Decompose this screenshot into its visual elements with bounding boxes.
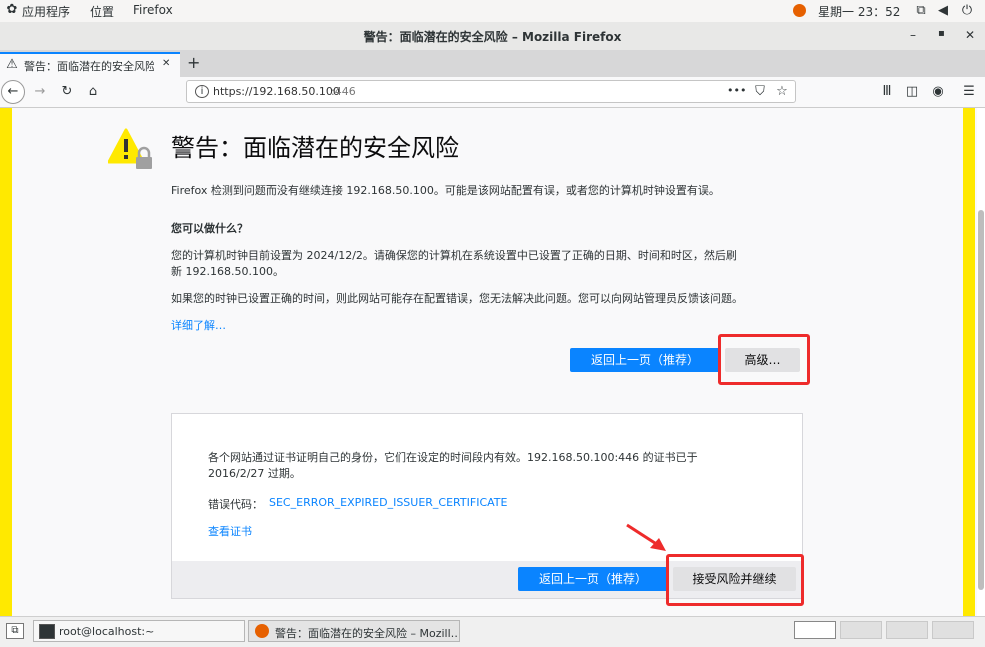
minimize-button[interactable]: –: [910, 28, 916, 42]
firefox-icon: [255, 624, 269, 638]
task-terminal-label: root@localhost:~: [59, 625, 155, 638]
task-firefox-label: 警告：面临潜在的安全风险 – Mozill…: [275, 627, 457, 640]
reload-icon[interactable]: ↻: [60, 85, 74, 98]
error-page: 警告：面临潜在的安全风险 Firefox 检测到问题而没有继续连接 192.16…: [0, 108, 977, 616]
annotation-box-accept: [666, 554, 804, 606]
close-window-button[interactable]: ✕: [965, 28, 975, 42]
network-icon[interactable]: ⧉: [914, 4, 928, 17]
apps-menu-icon[interactable]: ✿: [5, 3, 19, 16]
left-warning-stripe: [0, 108, 12, 616]
applications-menu[interactable]: 应用程序: [22, 3, 70, 20]
warning-icon: [108, 128, 152, 169]
task-terminal[interactable]: root@localhost:~: [33, 620, 245, 642]
page-actions-button[interactable]: •••: [727, 84, 746, 97]
url-host: https://192.168.50.100: [213, 85, 340, 98]
url-bar[interactable]: i https://192.168.50.100 :446 ••• ⛉ ☆: [186, 80, 796, 103]
volume-icon[interactable]: ◀: [936, 4, 950, 17]
firefox-icon: [793, 4, 806, 17]
window-title: 警告：面临潜在的安全风险 – Mozilla Firefox: [363, 30, 622, 44]
tab-security-warning[interactable]: ⚠ 警告：面临潜在的安全风险 ✕: [0, 52, 180, 77]
clock[interactable]: 星期一 23：52: [818, 3, 900, 20]
page-title: 警告：面临潜在的安全风险: [171, 134, 459, 162]
scrollbar-thumb[interactable]: [978, 210, 984, 590]
info-icon[interactable]: i: [195, 85, 209, 98]
gnome-top-bar: ✿ 应用程序 位置 Firefox 星期一 23：52 ⧉ ◀ ⏻: [0, 0, 985, 23]
workspace-3[interactable]: [886, 621, 928, 639]
advanced-go-back-button[interactable]: 返回上一页（推荐）: [518, 567, 668, 591]
advanced-description-line1: 各个网站通过证书证明自己的身份，它们在设定的时间段内有效。192.168.50.…: [208, 451, 698, 464]
error-code-label: 错误代码：: [208, 498, 263, 511]
sidebar-icon[interactable]: ◫: [905, 85, 919, 98]
library-icon[interactable]: Ⅲ: [878, 85, 896, 98]
annotation-box-advanced: [718, 334, 810, 385]
workspace-2[interactable]: [840, 621, 882, 639]
intro-text: Firefox 检测到问题而没有继续连接 192.168.50.100。可能是该…: [171, 184, 720, 197]
tab-title: 警告：面临潜在的安全风险: [24, 60, 154, 73]
pocket-icon[interactable]: ⛉: [753, 85, 767, 98]
clock-note-line1: 您的计算机时钟目前设置为 2024/12/2。请确保您的计算机在系统设置中已设置…: [171, 249, 737, 262]
places-menu[interactable]: 位置: [90, 3, 114, 20]
workspace-4[interactable]: [932, 621, 974, 639]
workspace-1[interactable]: [794, 621, 836, 639]
close-tab-button[interactable]: ✕: [162, 58, 170, 69]
what-can-you-do-heading: 您可以做什么？: [171, 222, 248, 235]
error-code-link[interactable]: SEC_ERROR_EXPIRED_ISSUER_CERTIFICATE: [269, 496, 507, 509]
bookmark-star-icon[interactable]: ☆: [775, 85, 789, 98]
right-warning-stripe: [963, 108, 975, 616]
power-icon[interactable]: ⏻: [960, 4, 974, 17]
go-back-button[interactable]: 返回上一页（推荐）: [570, 348, 720, 372]
learn-more-link[interactable]: 详细了解…: [171, 317, 226, 333]
warning-icon: ⚠: [6, 57, 18, 72]
view-certificate-link[interactable]: 查看证书: [208, 523, 252, 539]
admin-note: 如果您的时钟已设置正确的时间，则此网站可能存在配置错误，您无法解决此问题。您可以…: [171, 292, 743, 305]
terminal-icon: [39, 624, 55, 639]
advanced-description-line2: 2016/2/27 过期。: [208, 467, 301, 480]
clock-note-line2: 新 192.168.50.100。: [171, 265, 284, 278]
show-desktop-icon[interactable]: ⧉: [6, 623, 24, 639]
window-titlebar: 警告：面临潜在的安全风险 – Mozilla Firefox – ▪ ✕: [0, 22, 985, 51]
forward-arrow-icon[interactable]: →: [33, 85, 47, 98]
hamburger-menu-icon[interactable]: ☰: [962, 85, 976, 98]
task-firefox[interactable]: 警告：面临潜在的安全风险 – Mozill…: [248, 620, 460, 642]
red-arrow-annotation: [626, 523, 666, 551]
maximize-button[interactable]: ▪: [938, 28, 945, 39]
home-icon[interactable]: ⌂: [86, 85, 100, 98]
extension-icon[interactable]: ◉: [931, 85, 945, 98]
url-port: :446: [331, 85, 356, 98]
app-menu[interactable]: Firefox: [133, 3, 173, 17]
back-arrow-icon[interactable]: ←: [1, 80, 25, 104]
new-tab-button[interactable]: +: [187, 53, 200, 72]
